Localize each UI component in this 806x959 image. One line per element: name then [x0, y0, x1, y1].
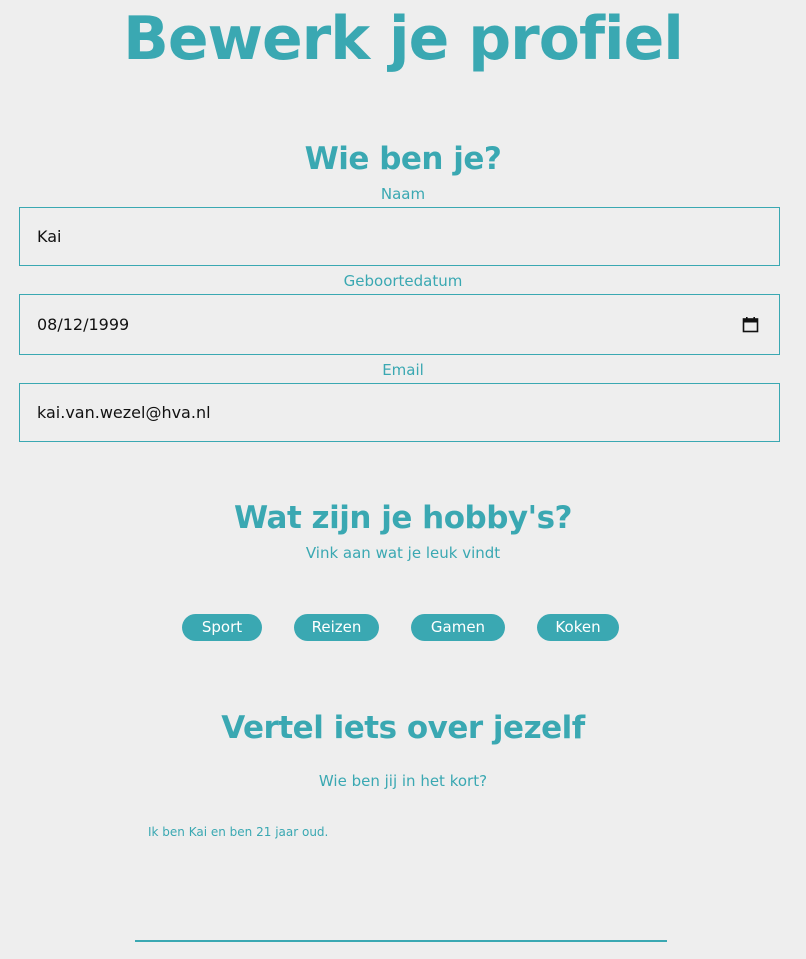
hobbies-subtitle: Vink aan wat je leuk vindt [305, 544, 501, 562]
name-input-value: Kai [37, 227, 62, 246]
section-heading-about: Vertel iets over jezelf [221, 710, 585, 746]
about-textarea-value: Ik ben Kai en ben 21 jaar oud. [148, 825, 329, 839]
birthdate-input-value: 08/12/1999 [37, 315, 130, 334]
email-input[interactable]: kai.van.wezel@hva.nl [19, 383, 780, 442]
birthdate-label: Geboortedatum [343, 272, 463, 290]
birthdate-input[interactable]: 08/12/1999 [19, 294, 780, 355]
hobby-gamen-checkbox[interactable]: Gamen [411, 614, 505, 641]
page-title: Bewerk je profiel [123, 4, 684, 74]
section-heading-who: Wie ben je? [304, 141, 502, 177]
hobby-sport-checkbox[interactable]: Sport [182, 614, 262, 641]
calendar-icon[interactable] [742, 316, 759, 333]
name-label: Naam [380, 185, 426, 203]
section-heading-hobbies: Wat zijn je hobby's? [233, 500, 573, 536]
hobby-koken-checkbox[interactable]: Koken [537, 614, 619, 641]
email-label: Email [382, 361, 424, 379]
about-subtitle: Wie ben jij in het kort? [318, 772, 488, 790]
email-input-value: kai.van.wezel@hva.nl [37, 403, 211, 422]
hobby-reizen-checkbox[interactable]: Reizen [294, 614, 379, 641]
about-textarea[interactable]: Ik ben Kai en ben 21 jaar oud. [135, 815, 667, 942]
name-input[interactable]: Kai [19, 207, 780, 266]
